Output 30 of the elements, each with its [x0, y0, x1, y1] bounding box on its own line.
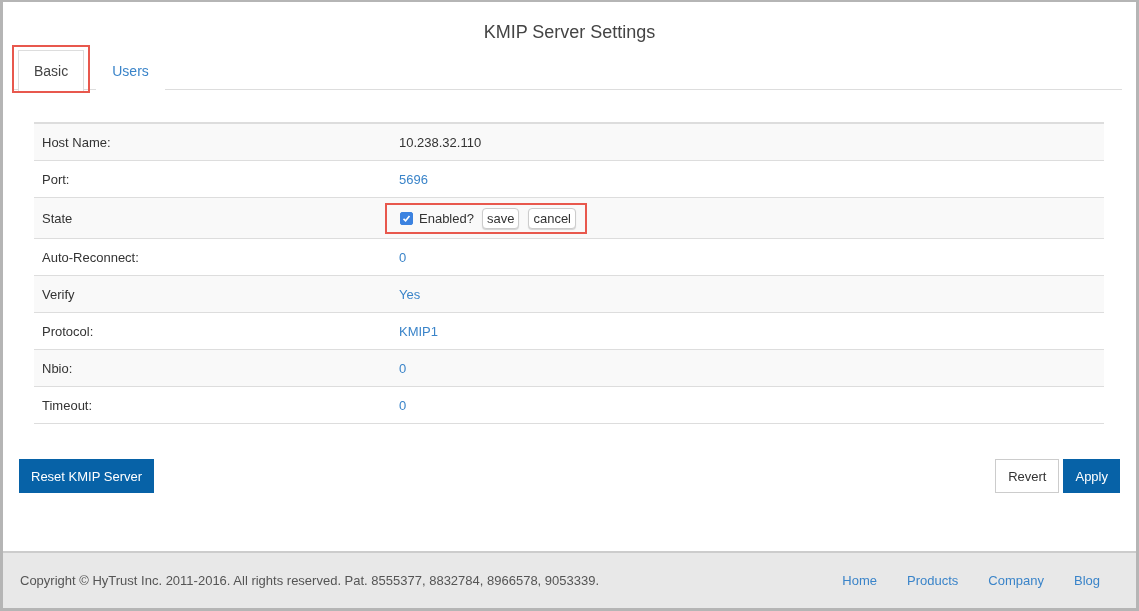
setting-value: 10.238.32.110	[399, 134, 482, 150]
setting-link[interactable]: 0	[399, 397, 407, 413]
setting-link[interactable]: KMIP1	[399, 323, 438, 339]
page-title: KMIP Server Settings	[482, 22, 657, 43]
apply-button[interactable]: Apply	[1063, 459, 1120, 493]
setting-link[interactable]: 5696	[399, 171, 428, 187]
footer-link[interactable]: Company	[988, 573, 1044, 588]
setting-label: Verify	[41, 286, 76, 302]
footer-link[interactable]: Products	[907, 573, 959, 588]
setting-link[interactable]: 0	[399, 360, 407, 376]
setting-label: Protocol:	[41, 323, 95, 339]
setting-label: Nbio:	[41, 360, 74, 376]
setting-label: Port:	[41, 171, 71, 187]
reset-button[interactable]: Reset KMIP Server	[19, 459, 155, 493]
save-button[interactable]: save	[481, 207, 520, 229]
setting-label: Auto-Reconnect:	[41, 249, 140, 265]
setting-label: Host Name:	[41, 134, 112, 150]
checkbox[interactable]	[400, 211, 413, 225]
setting-link[interactable]: 0	[399, 249, 407, 265]
setting-link[interactable]: Yes	[399, 286, 421, 302]
setting-label: State	[41, 210, 74, 226]
copyright-text: Copyright © HyTrust Inc. 2011-2016. All rights reserved. Pat. 8555377, 8832784, 8966578, 9053339.	[20, 573, 601, 588]
tab[interactable]: Basic	[18, 50, 85, 91]
check-icon	[402, 213, 411, 223]
cancel-button[interactable]: cancel	[528, 207, 576, 229]
footer-link[interactable]: Home	[842, 573, 877, 588]
setting-label: Timeout:	[41, 397, 94, 413]
revert-button[interactable]: Revert	[995, 459, 1060, 493]
footer-link[interactable]: Blog	[1073, 573, 1100, 588]
checkbox-label: Enabled?	[419, 210, 474, 226]
